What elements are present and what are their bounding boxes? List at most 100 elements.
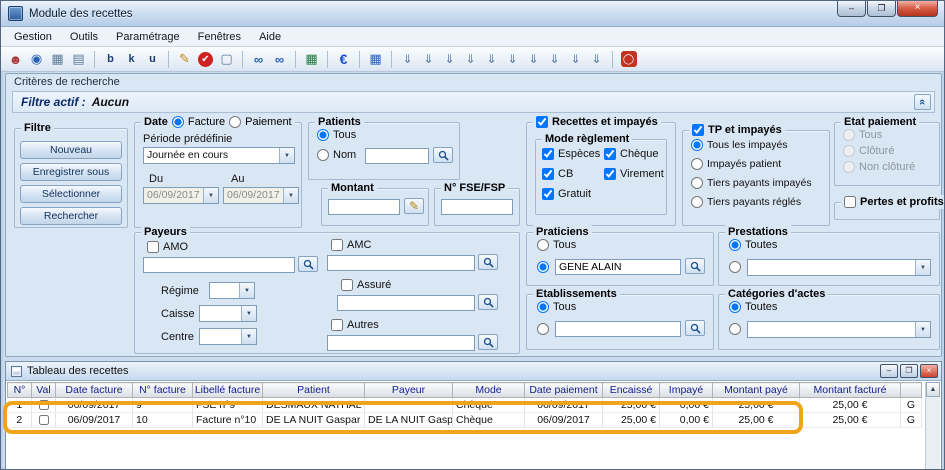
amc-checkbox[interactable] xyxy=(331,239,343,251)
row-val-checkbox[interactable] xyxy=(39,400,49,410)
euro-icon[interactable]: € xyxy=(334,50,353,69)
binoculars-search-icon[interactable]: ∞ xyxy=(249,50,268,69)
scroll-up-button[interactable]: ▲ xyxy=(926,382,940,397)
row-val-checkbox[interactable] xyxy=(39,415,49,425)
date-du-combo[interactable]: 06/09/2017 ▼ xyxy=(143,187,219,204)
cheque-checkbox[interactable] xyxy=(604,148,616,160)
chevron-down-icon[interactable]: ▼ xyxy=(239,283,254,298)
spreadsheet-icon[interactable]: ▦ xyxy=(302,50,321,69)
montant-input[interactable] xyxy=(328,199,400,215)
praticien-lookup-button[interactable] xyxy=(685,258,705,274)
col-date-paiement[interactable]: Date paiement xyxy=(525,383,603,398)
categories-combo[interactable]: ▼ xyxy=(747,321,931,338)
download-arrow-1-icon[interactable]: ⇓ xyxy=(398,50,417,69)
table-icon[interactable]: ▦ xyxy=(366,50,385,69)
download-arrow-5-icon[interactable]: ⇓ xyxy=(482,50,501,69)
amo-input[interactable] xyxy=(143,257,295,273)
journal-icon[interactable]: ▤ xyxy=(69,50,88,69)
prestations-toutes-radio[interactable] xyxy=(729,239,741,251)
pertes-profits-checkbox[interactable] xyxy=(844,196,856,208)
montant-edit-button[interactable]: ✎ xyxy=(404,198,424,214)
amo-lookup-button[interactable] xyxy=(298,256,318,272)
chevron-down-icon[interactable]: ▼ xyxy=(241,306,256,321)
download-arrow-7-icon[interactable]: ⇓ xyxy=(524,50,543,69)
tp-tiers-regles-radio[interactable] xyxy=(691,196,703,208)
rechercher-button[interactable]: Rechercher xyxy=(20,207,122,225)
etablissements-tous-radio[interactable] xyxy=(537,301,549,313)
maximize-button[interactable]: ❐ xyxy=(867,1,896,17)
recettes-checkbox[interactable] xyxy=(536,116,548,128)
tableau-close-button[interactable]: × xyxy=(920,364,938,378)
table-row[interactable]: 2 06/09/2017 10 Facture n°10 DE LA NUIT … xyxy=(8,413,922,428)
menu-aide[interactable]: Aide xyxy=(250,29,290,45)
cb-checkbox[interactable] xyxy=(542,168,554,180)
selectionner-button[interactable]: Sélectionner xyxy=(20,185,122,203)
regime-combo[interactable]: ▼ xyxy=(209,282,255,299)
categories-select-radio[interactable] xyxy=(729,323,741,335)
patient-nom-input[interactable] xyxy=(365,148,429,164)
praticiens-tous-radio[interactable] xyxy=(537,239,549,251)
autres-input[interactable] xyxy=(327,335,475,351)
patients-icon[interactable]: ☻ xyxy=(6,50,25,69)
download-arrow-4-icon[interactable]: ⇓ xyxy=(461,50,480,69)
calculator-icon[interactable]: ▦ xyxy=(48,50,67,69)
categories-toutes-radio[interactable] xyxy=(729,301,741,313)
col-montant-facture[interactable]: Montant facturé xyxy=(800,383,901,398)
autres-lookup-button[interactable] xyxy=(478,334,498,350)
col-mode[interactable]: Mode xyxy=(453,383,525,398)
patients-tous-radio[interactable] xyxy=(317,129,329,141)
etablissements-select-radio[interactable] xyxy=(537,323,549,335)
close-button[interactable]: × xyxy=(897,1,938,17)
periode-combo[interactable]: Journée en cours ▼ xyxy=(143,147,295,164)
chevron-down-icon[interactable]: ▼ xyxy=(241,329,256,344)
binoculars-search-2-icon[interactable]: ∞ xyxy=(270,50,289,69)
document-icon[interactable]: ▢ xyxy=(217,50,236,69)
autres-checkbox[interactable] xyxy=(331,319,343,331)
date-au-combo[interactable]: 06/09/2017 ▼ xyxy=(223,187,299,204)
praticien-input[interactable] xyxy=(555,259,681,275)
validate-icon[interactable]: ✔ xyxy=(198,52,213,67)
etat-cloture-radio[interactable] xyxy=(843,145,855,157)
col-encaisse[interactable]: Encaissé xyxy=(603,383,660,398)
fse-input[interactable] xyxy=(441,199,513,215)
patient-lookup-button[interactable] xyxy=(433,147,453,163)
col-libelle[interactable]: Libellé facture xyxy=(193,383,263,398)
etat-tous-radio[interactable] xyxy=(843,129,855,141)
col-patient[interactable]: Patient xyxy=(263,383,365,398)
chevron-down-icon[interactable]: ▼ xyxy=(283,188,298,203)
col-montant-paye[interactable]: Montant payé xyxy=(713,383,800,398)
enregistrer-sous-button[interactable]: Enregistrer sous xyxy=(20,163,122,181)
col-num[interactable]: N° xyxy=(8,383,32,398)
letter-b-icon[interactable]: b xyxy=(101,50,120,69)
col-val[interactable]: Val xyxy=(32,383,56,398)
letter-u-icon[interactable]: u xyxy=(143,50,162,69)
menu-parametrage[interactable]: Paramétrage xyxy=(107,29,189,45)
assure-input[interactable] xyxy=(337,295,475,311)
edit-document-icon[interactable]: ✎ xyxy=(175,50,194,69)
letter-k-icon[interactable]: k xyxy=(122,50,141,69)
patients-nom-radio[interactable] xyxy=(317,149,329,161)
assure-checkbox[interactable] xyxy=(341,279,353,291)
download-arrow-2-icon[interactable]: ⇓ xyxy=(419,50,438,69)
date-facture-radio[interactable] xyxy=(172,116,184,128)
virement-checkbox[interactable] xyxy=(604,168,616,180)
prestations-select-radio[interactable] xyxy=(729,261,741,273)
tableau-minimize-button[interactable]: – xyxy=(880,364,898,378)
etablissement-input[interactable] xyxy=(555,321,681,337)
assure-lookup-button[interactable] xyxy=(478,294,498,310)
col-payeur[interactable]: Payeur xyxy=(365,383,453,398)
praticiens-select-radio[interactable] xyxy=(537,261,549,273)
chevron-down-icon[interactable]: ▼ xyxy=(203,188,218,203)
globe-icon[interactable]: ◉ xyxy=(27,50,46,69)
amc-input[interactable] xyxy=(327,255,475,271)
tp-impayes-patient-radio[interactable] xyxy=(691,158,703,170)
menu-fenetres[interactable]: Fenêtres xyxy=(189,29,250,45)
gratuit-checkbox[interactable] xyxy=(542,188,554,200)
prestations-combo[interactable]: ▼ xyxy=(747,259,931,276)
col-impaye[interactable]: Impayé xyxy=(660,383,713,398)
amc-lookup-button[interactable] xyxy=(478,254,498,270)
etat-non-cloture-radio[interactable] xyxy=(843,161,855,173)
col-type[interactable] xyxy=(901,383,922,398)
amo-checkbox[interactable] xyxy=(147,241,159,253)
chevron-down-icon[interactable]: ▼ xyxy=(915,322,930,337)
